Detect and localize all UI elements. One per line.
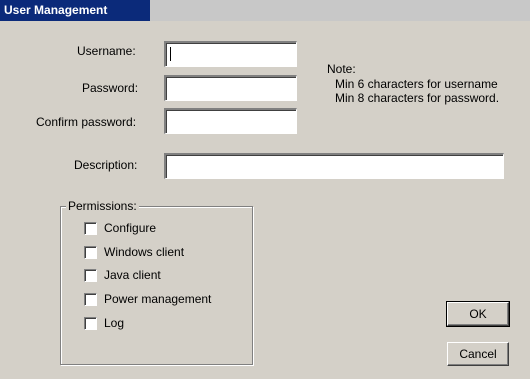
windows-client-checkbox[interactable] — [84, 246, 97, 259]
configure-checkbox[interactable] — [84, 222, 97, 235]
configure-label: Configure — [104, 221, 157, 235]
description-label: Description: — [74, 158, 138, 172]
note-line-username: Min 6 characters for username — [335, 77, 498, 91]
ok-button[interactable]: OK — [446, 301, 510, 327]
windows-client-label: Windows client — [104, 245, 185, 259]
text-caret — [170, 47, 171, 61]
confirm-password-input[interactable] — [164, 108, 297, 134]
password-label: Password: — [82, 81, 139, 95]
username-input[interactable] — [164, 41, 297, 67]
confirm-password-label: Confirm password: — [36, 115, 137, 129]
username-label: Username: — [77, 44, 136, 58]
user-management-dialog: User Management Username: Password: Conf… — [0, 0, 530, 379]
note-line-password: Min 8 characters for password. — [335, 91, 500, 105]
window-title: User Management — [4, 3, 108, 17]
permissions-title: Permissions: — [66, 199, 139, 213]
log-label: Log — [104, 316, 125, 330]
password-input[interactable] — [164, 75, 297, 101]
note-title: Note: — [327, 62, 356, 76]
description-input[interactable] — [164, 153, 504, 179]
java-client-checkbox[interactable] — [84, 269, 97, 282]
java-client-label: Java client — [104, 268, 161, 282]
power-management-label: Power management — [104, 292, 212, 306]
log-checkbox[interactable] — [84, 317, 97, 330]
cancel-button[interactable]: Cancel — [447, 342, 509, 366]
power-management-checkbox[interactable] — [84, 293, 97, 306]
